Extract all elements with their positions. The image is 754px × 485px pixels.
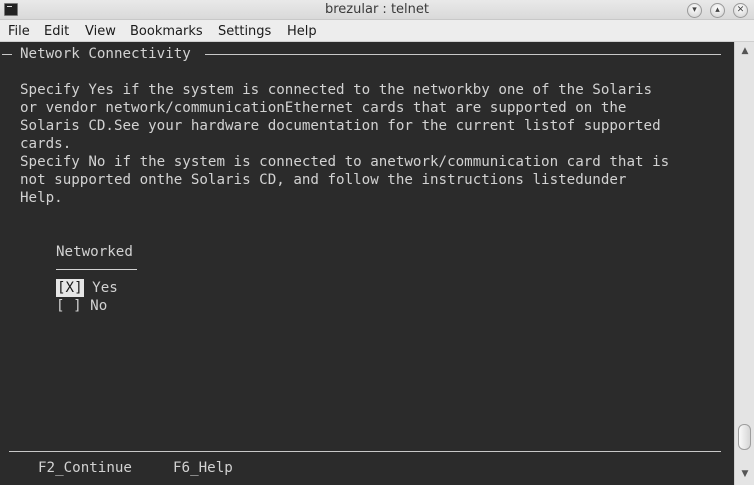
vertical-scrollbar[interactable]: ▲ ▼ bbox=[734, 42, 754, 485]
f2-continue-key[interactable]: F2_Continue bbox=[38, 459, 132, 477]
footer-rule bbox=[9, 451, 721, 452]
checkbox-no[interactable]: [ ] bbox=[56, 298, 82, 314]
networked-underline bbox=[56, 269, 137, 270]
option-no-label: No bbox=[90, 298, 108, 314]
scrollbar-thumb[interactable] bbox=[738, 424, 751, 450]
paragraph-line: cards. bbox=[20, 136, 72, 152]
window-title: brezular : telnet bbox=[325, 2, 429, 17]
menu-file[interactable]: File bbox=[8, 24, 30, 39]
scroll-up-icon[interactable]: ▲ bbox=[738, 44, 752, 58]
paragraph-line: Solaris CD.See your hardware documentati… bbox=[20, 118, 661, 134]
menu-settings[interactable]: Settings bbox=[218, 24, 271, 39]
paragraph-line: not supported onthe Solaris CD, and foll… bbox=[20, 172, 627, 188]
maximize-button[interactable]: ▴ bbox=[710, 3, 725, 18]
paragraph-line: Specify No if the system is connected to… bbox=[20, 154, 670, 170]
menu-help[interactable]: Help bbox=[287, 24, 317, 39]
menu-view[interactable]: View bbox=[85, 24, 116, 39]
menu-edit[interactable]: Edit bbox=[44, 24, 69, 39]
checkbox-yes[interactable]: [X] bbox=[56, 279, 84, 297]
minimize-button[interactable]: ▾ bbox=[687, 3, 702, 18]
paragraph-line: Help. bbox=[20, 190, 63, 206]
header-rule-left bbox=[2, 54, 12, 55]
menu-bar: File Edit View Bookmarks Settings Help bbox=[0, 20, 754, 42]
paragraph-line: Specify Yes if the system is connected t… bbox=[20, 82, 653, 98]
menu-bookmarks[interactable]: Bookmarks bbox=[130, 24, 203, 39]
paragraph-line: or vendor network/communicationEthernet … bbox=[20, 100, 627, 116]
header-rule-right bbox=[205, 54, 721, 55]
option-no[interactable]: [ ] No bbox=[56, 297, 107, 315]
option-yes-label: Yes bbox=[92, 280, 118, 296]
scroll-down-icon[interactable]: ▼ bbox=[738, 467, 752, 481]
close-button[interactable]: ✕ bbox=[733, 3, 748, 18]
title-bar: brezular : telnet ▾ ▴ ✕ bbox=[0, 0, 754, 20]
section-title: Network Connectivity bbox=[20, 46, 191, 62]
networked-label: Networked bbox=[56, 244, 133, 260]
f6-help-key[interactable]: F6_Help bbox=[173, 459, 233, 477]
terminal-screen[interactable]: Network Connectivity Specify Yes if the … bbox=[0, 42, 734, 485]
option-yes[interactable]: [X] Yes bbox=[56, 279, 118, 297]
